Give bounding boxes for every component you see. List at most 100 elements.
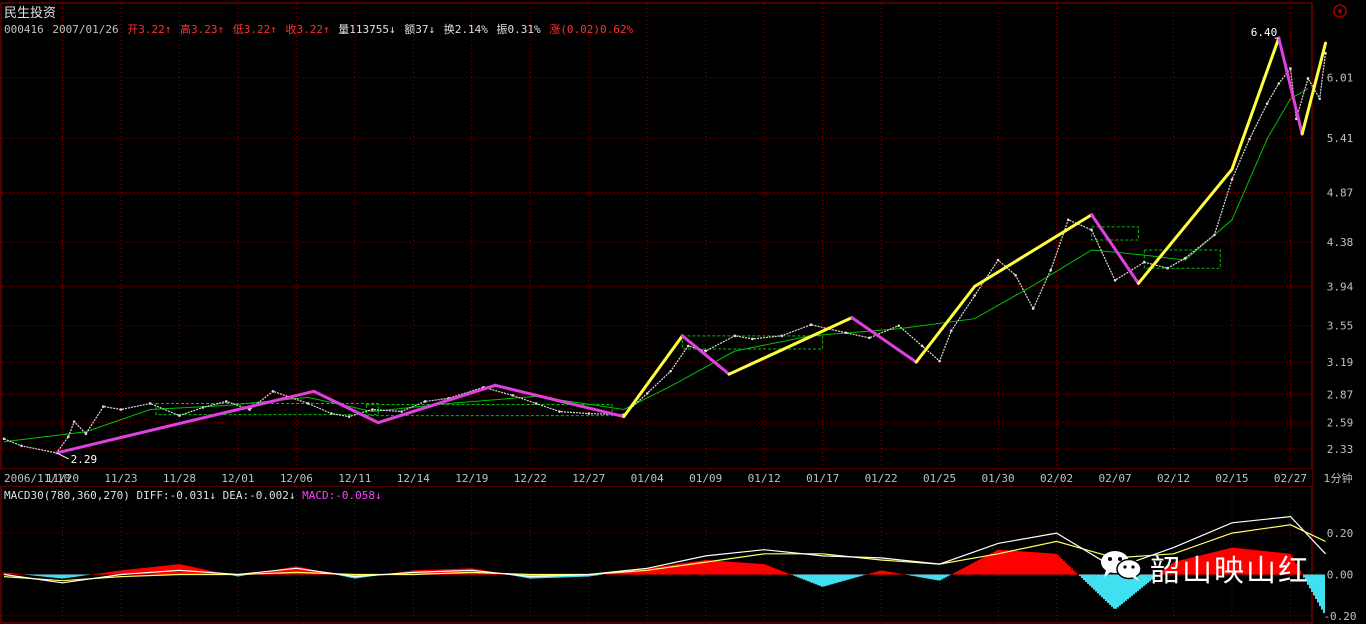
zigzag-segment — [55, 389, 316, 455]
zigzag-segment — [850, 316, 918, 364]
macd-value: -0.058 — [335, 489, 375, 502]
price-tick-label: 2.59 — [1327, 417, 1354, 430]
price-point — [347, 415, 351, 418]
low-label: 低 — [232, 23, 244, 36]
zigzag-segment — [622, 334, 684, 419]
volume-label: 量 — [338, 23, 350, 36]
price-tick-label: 4.87 — [1327, 187, 1354, 200]
turnover-value: 2.14% — [454, 23, 488, 36]
macd-indicator-name: MACD30(780,360,270) — [4, 489, 130, 502]
price-tick-label: 3.94 — [1327, 280, 1354, 293]
open-value: 3.22 — [138, 23, 165, 36]
price-point — [20, 444, 23, 448]
price-point — [1014, 273, 1017, 277]
price-point — [645, 392, 649, 395]
time-tick-label: 02/27 — [1274, 472, 1307, 485]
time-tick-label: 01/04 — [631, 472, 664, 485]
high-value: 3.23 — [190, 23, 218, 36]
time-tick-label: 02/15 — [1215, 472, 1248, 485]
price-point — [271, 390, 275, 393]
time-tick-label: 02/02 — [1040, 472, 1073, 485]
price-point — [371, 408, 374, 411]
price-tick-label: 2.87 — [1327, 388, 1354, 401]
zigzag-segment — [1230, 36, 1281, 171]
time-tick-label: 12/27 — [572, 472, 605, 485]
price-point — [148, 402, 152, 405]
price-point — [669, 369, 672, 373]
price-point — [1230, 178, 1234, 181]
time-tick-label: 01/17 — [806, 472, 839, 485]
amount-label: 额 — [404, 23, 416, 36]
price-point — [1049, 268, 1053, 272]
down-arrow-icon: ↓ — [374, 489, 382, 502]
price-point — [1031, 307, 1035, 310]
price-point — [950, 329, 953, 333]
time-unit-label: 1分钟 — [1324, 471, 1353, 485]
up-arrow-icon: ↑ — [164, 23, 172, 36]
price-point — [938, 359, 941, 363]
time-tick-label: 12/01 — [221, 472, 254, 485]
price-point — [224, 400, 228, 403]
diff-value: -0.031 — [169, 489, 210, 502]
price-point — [102, 405, 105, 408]
open-label: 开 — [127, 23, 139, 36]
price-tick-label: 2.33 — [1327, 443, 1354, 456]
price-point — [1113, 279, 1117, 282]
chart-canvas: 2.33 2.59 2.87 3.19 3.55 3.94 4.38 4.87 5.41 6.01… — [0, 2, 1357, 624]
price-point — [973, 294, 976, 297]
price-point — [1318, 97, 1321, 100]
time-tick-label: 02/12 — [1157, 472, 1190, 485]
down-arrow-icon: ↓ — [388, 23, 396, 36]
time-tick-label: 01/12 — [748, 472, 781, 485]
high-label: 高 — [179, 23, 191, 36]
turnover-label: 换 — [443, 23, 455, 36]
macd-tick-label: 0.00 — [1327, 568, 1354, 581]
price-point — [996, 258, 1000, 262]
price-point — [587, 412, 591, 415]
price-point — [1289, 67, 1292, 70]
price-point — [897, 324, 900, 328]
zigzag-segment — [312, 389, 380, 425]
price-point — [67, 435, 70, 439]
down-arrow-icon: ↓ — [288, 489, 296, 502]
price-point — [1066, 218, 1070, 222]
up-arrow-icon: ↑ — [270, 23, 277, 36]
price-point — [1183, 256, 1187, 260]
amount-value: 37 — [415, 23, 429, 36]
low-value: 3.22 — [243, 23, 271, 36]
stock-name: 民生投资 — [4, 6, 57, 21]
settings-circle-icon[interactable] — [1332, 3, 1348, 19]
price-point — [1306, 77, 1310, 80]
price-point — [1142, 260, 1146, 264]
price-point — [780, 334, 784, 338]
price-point — [1248, 137, 1251, 141]
price-tick-label: 4.38 — [1327, 236, 1354, 249]
quote-date: 2007/01/26 — [52, 23, 119, 36]
price-point — [844, 331, 848, 335]
close-label: 收 — [285, 23, 297, 36]
time-x-axis: 2006/11/1011/20 11/23 11/28 12/01 12/06 12/11… — [1, 469, 1353, 486]
price-point — [920, 344, 924, 348]
quote-bar: 000416 2007/01/26 开3.22↑ 高3.23↑ 低3.22↑ 收… — [4, 21, 635, 37]
price-y-axis: 2.33 2.59 2.87 3.19 3.55 3.94 4.38 4.87 5.41 6.01 — [1327, 71, 1354, 455]
dea-value: -0.002 — [249, 489, 289, 502]
price-point — [534, 402, 538, 405]
dea-label: DEA: — [222, 489, 250, 502]
annotation-leader — [56, 452, 69, 460]
time-tick-label: 11/23 — [104, 472, 137, 485]
time-tick-label: 12/19 — [455, 472, 488, 485]
price-point — [423, 400, 427, 403]
time-tick-label: 01/22 — [865, 472, 898, 485]
price-point — [84, 432, 88, 436]
time-tick-label: 12/14 — [397, 472, 430, 485]
zigzag-segment — [973, 213, 1094, 288]
consolidation-boxes — [155, 226, 1221, 417]
price-point — [704, 349, 708, 353]
macd-label: MACD: — [302, 489, 336, 502]
price-annotations: 2.29 6.40 — [56, 26, 1279, 466]
moving-average-line — [3, 88, 1309, 443]
up-arrow-icon: ↑ — [322, 23, 330, 36]
zigzag-segment — [914, 284, 977, 364]
time-tick-label: 01/25 — [923, 472, 956, 485]
time-tick-label: 01/09 — [689, 472, 722, 485]
